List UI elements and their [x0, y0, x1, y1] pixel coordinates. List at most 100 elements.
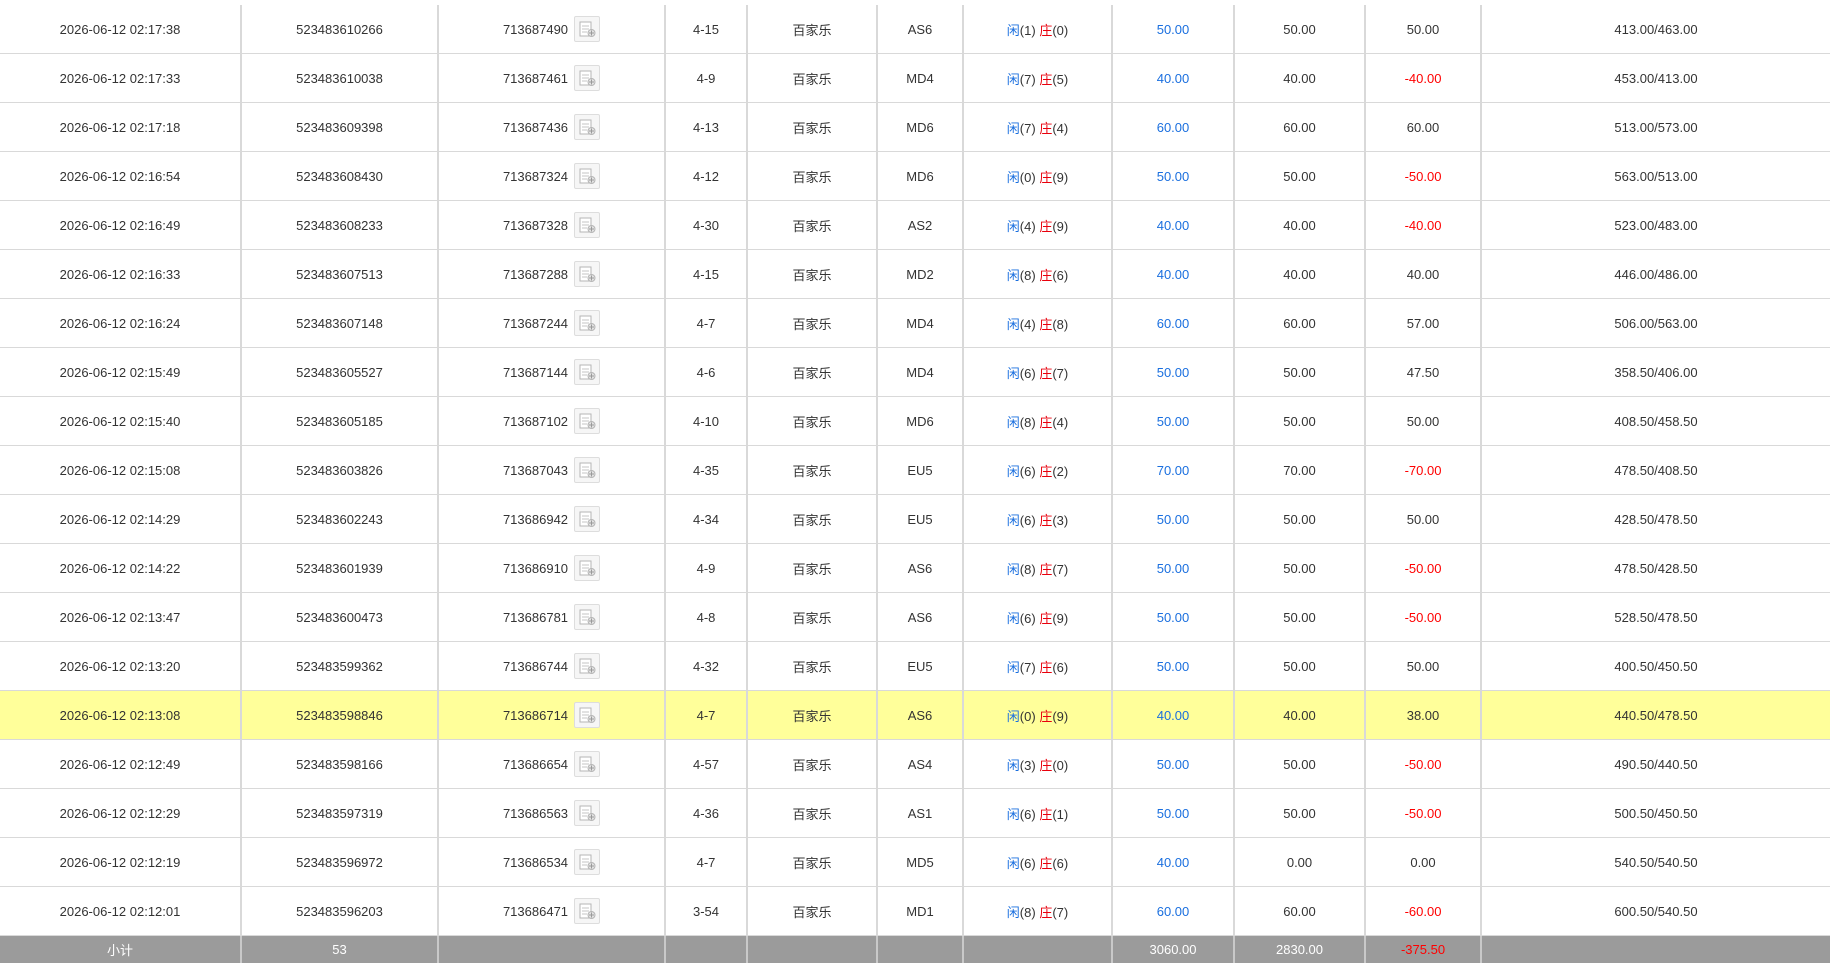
player-points: (8) [1019, 904, 1036, 920]
player-points: (6) [1019, 463, 1036, 479]
player-points: (8) [1019, 414, 1036, 430]
shoe-number: 4-30 [665, 200, 748, 250]
valid-bet-amount: 70.00 [1234, 445, 1366, 495]
bet-detail-icon[interactable] [574, 65, 601, 91]
round-number-cell: 713686471 [438, 886, 666, 936]
game-result: 闲(7) 庄(5) [963, 53, 1113, 103]
bet-detail-icon[interactable] [574, 898, 601, 924]
bet-detail-icon[interactable] [574, 604, 601, 630]
table-code: MD6 [877, 151, 964, 201]
subtotal-empty [1481, 936, 1830, 963]
round-number-cell: 713687288 [438, 249, 666, 299]
balance-before-after: 500.50/450.50 [1481, 788, 1830, 838]
bet-detail-icon[interactable] [574, 800, 601, 826]
game-result: 闲(7) 庄(4) [963, 102, 1113, 152]
bet-detail-icon[interactable] [574, 16, 601, 42]
player-points: (0) [1019, 169, 1036, 185]
win-loss-amount: 47.50 [1365, 347, 1482, 397]
round-number: 713686714 [502, 707, 569, 723]
bet-amount: 40.00 [1112, 249, 1235, 299]
shoe-number: 4-9 [665, 53, 748, 103]
round-number: 713686781 [502, 609, 569, 625]
table-code: AS6 [877, 592, 964, 642]
round-number: 713686654 [502, 756, 569, 772]
balance-before-after: 453.00/413.00 [1481, 53, 1830, 103]
shoe-number: 3-54 [665, 886, 748, 936]
order-number: 523483601939 [241, 543, 439, 593]
player-label: 闲 [1006, 22, 1020, 38]
table-code: MD1 [877, 886, 964, 936]
bet-detail-icon[interactable] [574, 849, 601, 875]
bet-detail-icon[interactable] [574, 408, 601, 434]
game-type: 百家乐 [747, 200, 878, 250]
win-loss-amount: -40.00 [1365, 200, 1482, 250]
round-number-cell: 713686781 [438, 592, 666, 642]
round-number: 713686471 [502, 903, 569, 919]
bet-detail-icon[interactable] [574, 359, 601, 385]
player-points: (4) [1019, 316, 1036, 332]
bet-amount: 40.00 [1112, 200, 1235, 250]
round-number-cell: 713686534 [438, 837, 666, 887]
banker-points: (3) [1052, 512, 1069, 528]
table-row: 2026-06-12 02:16:54 523483608430 7136873… [0, 151, 1830, 201]
table-row: 2026-06-12 02:12:01 523483596203 7136864… [0, 886, 1830, 936]
valid-bet-amount: 60.00 [1234, 102, 1366, 152]
win-loss-amount: -60.00 [1365, 886, 1482, 936]
banker-points: (9) [1052, 610, 1069, 626]
balance-before-after: 413.00/463.00 [1481, 5, 1830, 54]
bet-detail-icon[interactable] [574, 555, 601, 581]
valid-bet-amount: 50.00 [1234, 396, 1366, 446]
player-points: (8) [1019, 267, 1036, 283]
bet-detail-icon[interactable] [574, 653, 601, 679]
valid-bet-amount: 50.00 [1234, 494, 1366, 544]
bet-time: 2026-06-12 02:12:49 [0, 739, 242, 789]
game-type: 百家乐 [747, 739, 878, 789]
bet-time: 2026-06-12 02:12:19 [0, 837, 242, 887]
bet-amount: 60.00 [1112, 298, 1235, 348]
game-type: 百家乐 [747, 102, 878, 152]
round-number: 713686534 [502, 854, 569, 870]
player-label: 闲 [1006, 316, 1020, 332]
game-result: 闲(7) 庄(6) [963, 641, 1113, 691]
win-loss-amount: -70.00 [1365, 445, 1482, 495]
balance-before-after: 528.50/478.50 [1481, 592, 1830, 642]
subtotal-bet: 3060.00 [1112, 936, 1235, 963]
bet-time: 2026-06-12 02:15:08 [0, 445, 242, 495]
round-number-cell: 713686942 [438, 494, 666, 544]
bet-detail-icon[interactable] [574, 114, 601, 140]
bet-detail-icon[interactable] [574, 457, 601, 483]
banker-points: (9) [1052, 708, 1069, 724]
player-label: 闲 [1006, 120, 1020, 136]
win-loss-amount: 60.00 [1365, 102, 1482, 152]
order-number: 523483603826 [241, 445, 439, 495]
bet-detail-icon[interactable] [574, 212, 601, 238]
player-label: 闲 [1006, 414, 1020, 430]
player-points: (7) [1019, 120, 1036, 136]
game-type: 百家乐 [747, 592, 878, 642]
bet-detail-icon[interactable] [574, 310, 601, 336]
bet-detail-icon[interactable] [574, 163, 601, 189]
banker-label: 庄 [1039, 855, 1053, 871]
banker-points: (7) [1052, 904, 1069, 920]
bet-time: 2026-06-12 02:12:01 [0, 886, 242, 936]
round-number: 713687324 [502, 168, 569, 184]
round-number: 713687244 [502, 315, 569, 331]
shoe-number: 4-57 [665, 739, 748, 789]
win-loss-amount: 50.00 [1365, 641, 1482, 691]
order-number: 523483608430 [241, 151, 439, 201]
subtotal-table: 小计 53 3060.00 2830.00 -375.50 [0, 936, 1830, 963]
game-type: 百家乐 [747, 788, 878, 838]
bet-detail-icon[interactable] [574, 751, 601, 777]
banker-label: 庄 [1039, 708, 1053, 724]
banker-label: 庄 [1039, 904, 1053, 920]
bet-detail-icon[interactable] [574, 702, 601, 728]
game-type: 百家乐 [747, 445, 878, 495]
game-type: 百家乐 [747, 641, 878, 691]
bet-detail-icon[interactable] [574, 506, 601, 532]
table-code: MD5 [877, 837, 964, 887]
valid-bet-amount: 50.00 [1234, 641, 1366, 691]
player-points: (0) [1019, 708, 1036, 724]
game-type: 百家乐 [747, 53, 878, 103]
bet-detail-icon[interactable] [574, 261, 601, 287]
player-label: 闲 [1006, 218, 1020, 234]
